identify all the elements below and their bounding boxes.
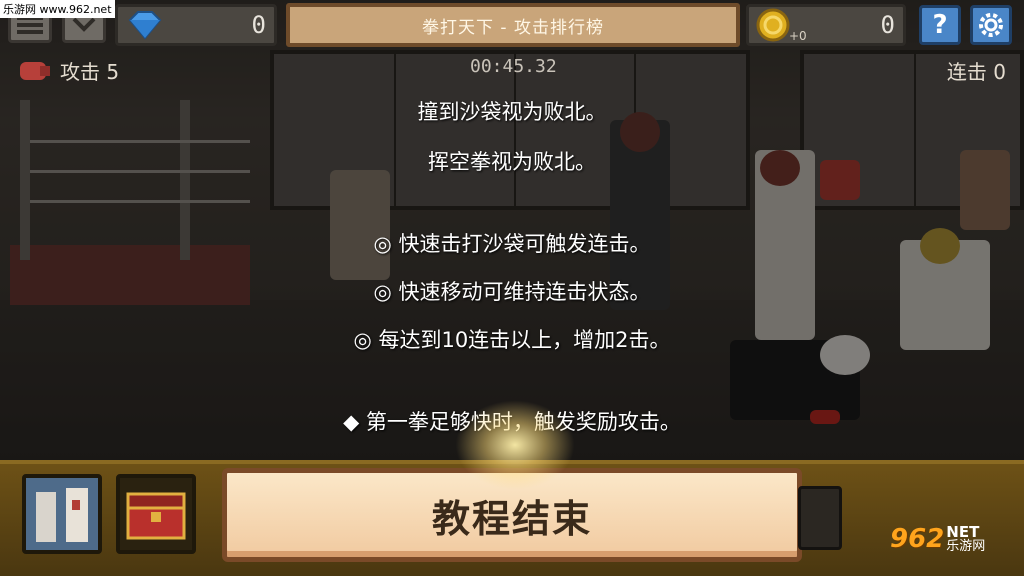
sparkle-effect xyxy=(455,400,575,490)
page-title: 拳打天下 - 攻击排行榜 xyxy=(422,17,604,38)
watermark-logo-number: 962 xyxy=(890,524,945,554)
watermark-text: 乐游网 www.962.net xyxy=(0,0,115,18)
help-button[interactable]: ? xyxy=(919,5,961,45)
boxing-glove-icon xyxy=(20,62,50,80)
round-timer: 00:45.32 xyxy=(470,56,557,77)
gem-icon xyxy=(128,11,162,40)
coin-counter: +0 0 xyxy=(746,4,906,46)
attack-count: 攻击 5 xyxy=(60,60,120,84)
settings-icon xyxy=(979,13,1003,37)
leaderboard-title-bar[interactable]: 拳打天下 - 攻击排行榜 xyxy=(286,3,740,47)
tutorial-line: ◎ 快速击打沙袋可触发连击。 xyxy=(373,232,651,256)
gem-count: 0 xyxy=(251,11,266,39)
watermark-logo: 962 NET 乐游网 xyxy=(890,524,985,554)
coin-bonus: +0 xyxy=(789,29,807,43)
tutorial-line: 撞到沙袋视为败北。 xyxy=(417,100,607,124)
end-tutorial-label: 教程结束 xyxy=(431,496,592,541)
tutorial-line: 挥空拳视为败北。 xyxy=(428,150,596,174)
treasure-chest-icon xyxy=(120,478,192,550)
treasure-chest-slot[interactable] xyxy=(116,474,196,554)
tutorial-line: ◎ 快速移动可维持连击状态。 xyxy=(373,280,651,304)
character-portrait-icon xyxy=(26,478,98,550)
settings-button[interactable] xyxy=(970,5,1012,45)
side-button[interactable] xyxy=(798,486,842,550)
watermark-logo-cn: 乐游网 xyxy=(946,539,986,554)
help-icon: ? xyxy=(932,10,948,40)
coin-count: 0 xyxy=(880,11,895,39)
chevron-down-icon xyxy=(72,17,96,32)
combo-count: 连击 0 xyxy=(946,60,1006,84)
character-slot[interactable] xyxy=(22,474,102,554)
tutorial-line: ◎ 每达到10连击以上，增加2击。 xyxy=(353,328,671,352)
coin-icon xyxy=(756,8,790,42)
gem-counter: 0 xyxy=(115,4,277,46)
watermark-logo-net: NET xyxy=(946,523,980,541)
